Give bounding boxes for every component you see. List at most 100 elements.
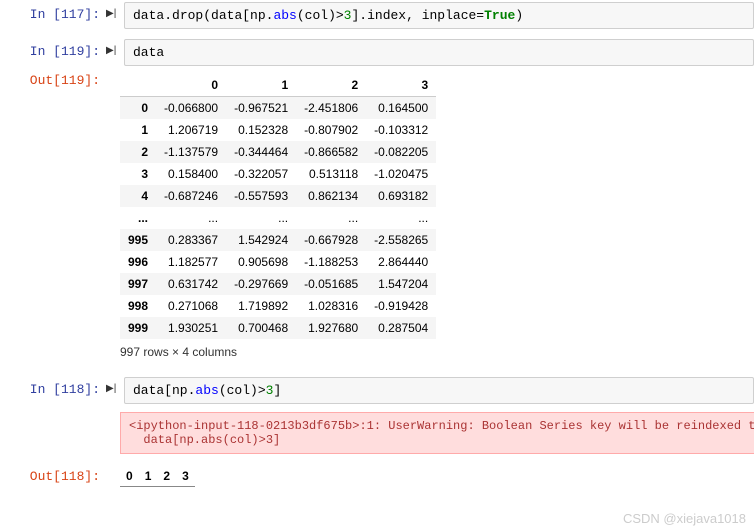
in-prompt-118: In [118]:: [0, 377, 106, 397]
cell-value: -0.066800: [156, 97, 226, 120]
table-row: ...............: [120, 207, 436, 229]
warning-cell-118: <ipython-input-118-0213b3df675b>:1: User…: [0, 406, 754, 458]
table-row: 9970.631742-0.297669-0.0516851.547204: [120, 273, 436, 295]
cell-value: -0.344464: [226, 141, 296, 163]
row-index: 998: [120, 295, 156, 317]
cell-value: -0.557593: [226, 185, 296, 207]
dataframe-output: 0123 0-0.066800-0.967521-2.4518060.16450…: [120, 68, 754, 367]
table-row: 4-0.687246-0.5575930.8621340.693182: [120, 185, 436, 207]
cell-value: 2.864440: [366, 251, 436, 273]
cell-value: 1.719892: [226, 295, 296, 317]
row-index: 1: [120, 119, 156, 141]
cell-value: -2.558265: [366, 229, 436, 251]
table-row: 9961.1825770.905698-1.1882532.864440: [120, 251, 436, 273]
code-input-118[interactable]: data[np.abs(col)>3]: [124, 377, 754, 404]
table-row: 30.158400-0.3220570.513118-1.020475: [120, 163, 436, 185]
table-row: 11.2067190.152328-0.807902-0.103312: [120, 119, 436, 141]
cell-value: ...: [226, 207, 296, 229]
table-row: 2-1.137579-0.344464-0.866582-0.082205: [120, 141, 436, 163]
run-icon[interactable]: ▶|: [106, 2, 124, 19]
cell-value: 0.271068: [156, 295, 226, 317]
cell-value: -1.137579: [156, 141, 226, 163]
cell-value: -0.322057: [226, 163, 296, 185]
table-row: 9991.9302510.7004681.9276800.287504: [120, 317, 436, 339]
out-prompt-118: Out[118]:: [0, 464, 106, 484]
col-header: 0: [156, 74, 226, 97]
cell-value: 1.182577: [156, 251, 226, 273]
cell-value: -0.866582: [296, 141, 366, 163]
in-prompt-119: In [119]:: [0, 39, 106, 59]
col-header: 0: [120, 466, 139, 487]
cell-value: -0.667928: [296, 229, 366, 251]
cell-value: ...: [156, 207, 226, 229]
cell-value: ...: [296, 207, 366, 229]
empty-dataframe-table: 0123: [120, 466, 195, 487]
cell-value: -0.687246: [156, 185, 226, 207]
col-header: 3: [366, 74, 436, 97]
col-header: 1: [139, 466, 158, 487]
cell-value: 0.164500: [366, 97, 436, 120]
col-header: 2: [157, 466, 176, 487]
row-index: ...: [120, 207, 156, 229]
table-row: 9980.2710681.7198921.028316-0.919428: [120, 295, 436, 317]
cell-value: 0.631742: [156, 273, 226, 295]
run-icon[interactable]: ▶|: [106, 377, 124, 394]
cell-value: -0.967521: [226, 97, 296, 120]
row-index: 2: [120, 141, 156, 163]
row-index: 3: [120, 163, 156, 185]
table-row: 0-0.066800-0.967521-2.4518060.164500: [120, 97, 436, 120]
code-text: data.drop(data[np.abs(col)>3].index, inp…: [133, 8, 523, 23]
cell-value: 1.206719: [156, 119, 226, 141]
cell-value: 0.287504: [366, 317, 436, 339]
cell-value: 1.930251: [156, 317, 226, 339]
output-cell-119: Out[119]: 0123 0-0.066800-0.967521-2.451…: [0, 68, 754, 367]
code-text: data[np.abs(col)>3]: [133, 383, 281, 398]
cell-value: ...: [366, 207, 436, 229]
cell-value: -1.020475: [366, 163, 436, 185]
row-index: 0: [120, 97, 156, 120]
watermark: CSDN @xiejava1018: [623, 511, 746, 526]
warning-output: <ipython-input-118-0213b3df675b>:1: User…: [120, 412, 754, 454]
cell-value: 0.283367: [156, 229, 226, 251]
code-input-119[interactable]: data: [124, 39, 754, 66]
cell-value: 0.862134: [296, 185, 366, 207]
dataframe-footer: 997 rows × 4 columns: [120, 341, 754, 367]
out-prompt-119: Out[119]:: [0, 68, 106, 88]
cell-value: -1.188253: [296, 251, 366, 273]
row-index: 999: [120, 317, 156, 339]
cell-value: 0.513118: [296, 163, 366, 185]
cell-value: -0.103312: [366, 119, 436, 141]
cell-value: -0.297669: [226, 273, 296, 295]
cell-value: -0.919428: [366, 295, 436, 317]
col-header: 3: [176, 466, 195, 487]
cell-value: 0.700468: [226, 317, 296, 339]
cell-value: 0.905698: [226, 251, 296, 273]
code-text: data: [133, 45, 164, 60]
cell-value: 0.158400: [156, 163, 226, 185]
dataframe-table: 0123 0-0.066800-0.967521-2.4518060.16450…: [120, 74, 436, 339]
run-icon[interactable]: ▶|: [106, 39, 124, 56]
row-index: 995: [120, 229, 156, 251]
cell-value: -0.807902: [296, 119, 366, 141]
cell-value: -0.082205: [366, 141, 436, 163]
code-cell-119: In [119]: ▶| data: [0, 39, 754, 66]
cell-value: -2.451806: [296, 97, 366, 120]
empty-dataframe-output: 0123: [120, 464, 754, 487]
code-cell-117: In [117]: ▶| data.drop(data[np.abs(col)>…: [0, 2, 754, 29]
cell-value: 1.542924: [226, 229, 296, 251]
cell-value: 0.693182: [366, 185, 436, 207]
code-cell-118: In [118]: ▶| data[np.abs(col)>3]: [0, 377, 754, 404]
cell-value: 1.028316: [296, 295, 366, 317]
row-index: 996: [120, 251, 156, 273]
code-input-117[interactable]: data.drop(data[np.abs(col)>3].index, inp…: [124, 2, 754, 29]
in-prompt-117: In [117]:: [0, 2, 106, 22]
cell-value: 1.927680: [296, 317, 366, 339]
col-header: 2: [296, 74, 366, 97]
row-index: 997: [120, 273, 156, 295]
cell-value: 1.547204: [366, 273, 436, 295]
cell-value: -0.051685: [296, 273, 366, 295]
col-header: 1: [226, 74, 296, 97]
row-index: 4: [120, 185, 156, 207]
table-row: 9950.2833671.542924-0.667928-2.558265: [120, 229, 436, 251]
cell-value: 0.152328: [226, 119, 296, 141]
